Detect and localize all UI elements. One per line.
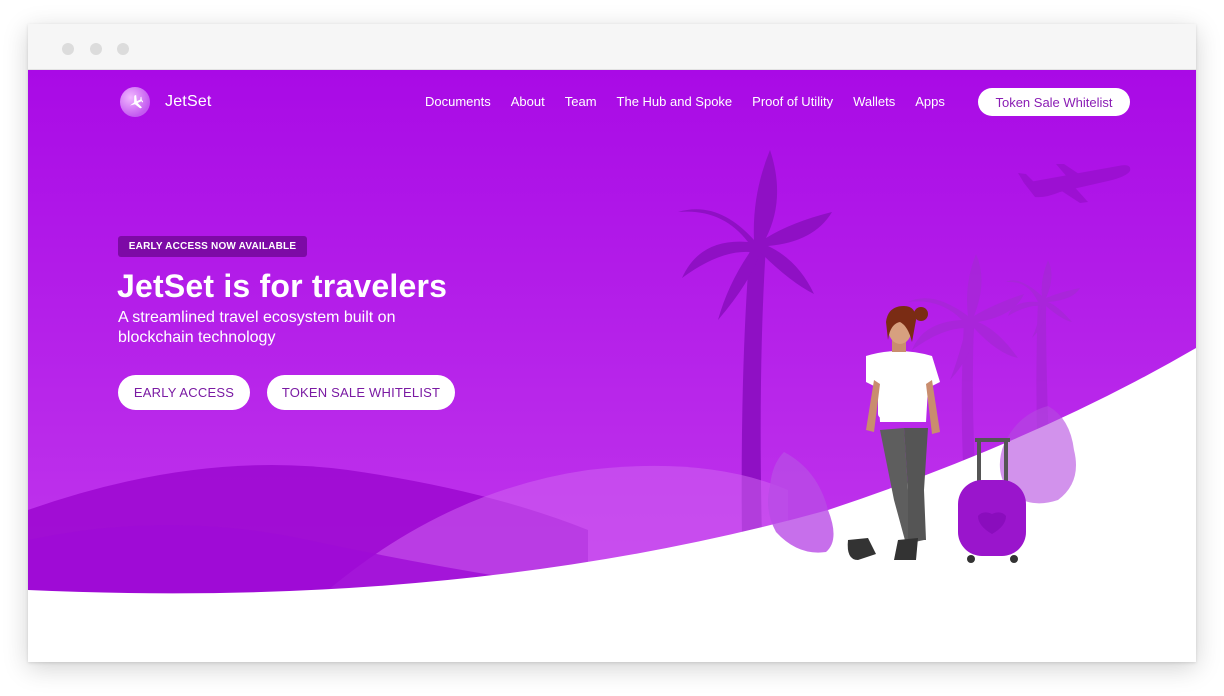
nav-link-hub-and-spoke[interactable]: The Hub and Spoke — [617, 94, 733, 109]
nav-link-team[interactable]: Team — [565, 94, 597, 109]
token-sale-whitelist-button[interactable]: TOKEN SALE WHITELIST — [267, 375, 455, 410]
maximize-dot[interactable] — [117, 43, 129, 55]
nav-link-wallets[interactable]: Wallets — [853, 94, 895, 109]
nav-link-documents[interactable]: Documents — [425, 94, 491, 109]
minimize-dot[interactable] — [90, 43, 102, 55]
nav-link-about[interactable]: About — [511, 94, 545, 109]
hero-illustration — [28, 70, 1196, 662]
brand-name: JetSet — [165, 93, 212, 110]
early-access-button[interactable]: EARLY ACCESS — [118, 375, 250, 410]
top-navbar: JetSet Documents About Team The Hub and … — [28, 70, 1196, 132]
window-titlebar — [28, 24, 1196, 70]
token-sale-whitelist-nav-button[interactable]: Token Sale Whitelist — [978, 88, 1130, 116]
browser-window: JetSet Documents About Team The Hub and … — [28, 24, 1196, 662]
early-access-badge: EARLY ACCESS NOW AVAILABLE — [118, 236, 307, 257]
hero-subtitle: A streamlined travel ecosystem built on … — [118, 309, 396, 346]
nav-links: Documents About Team The Hub and Spoke P… — [425, 90, 965, 112]
hero-title: JetSet is for travelers — [117, 268, 448, 304]
hero-section: JetSet Documents About Team The Hub and … — [28, 70, 1196, 662]
nav-link-apps[interactable]: Apps — [915, 94, 945, 109]
nav-link-proof-of-utility[interactable]: Proof of Utility — [752, 94, 833, 109]
close-dot[interactable] — [62, 43, 74, 55]
airplane-icon — [120, 87, 150, 117]
brand[interactable]: JetSet — [120, 87, 212, 117]
